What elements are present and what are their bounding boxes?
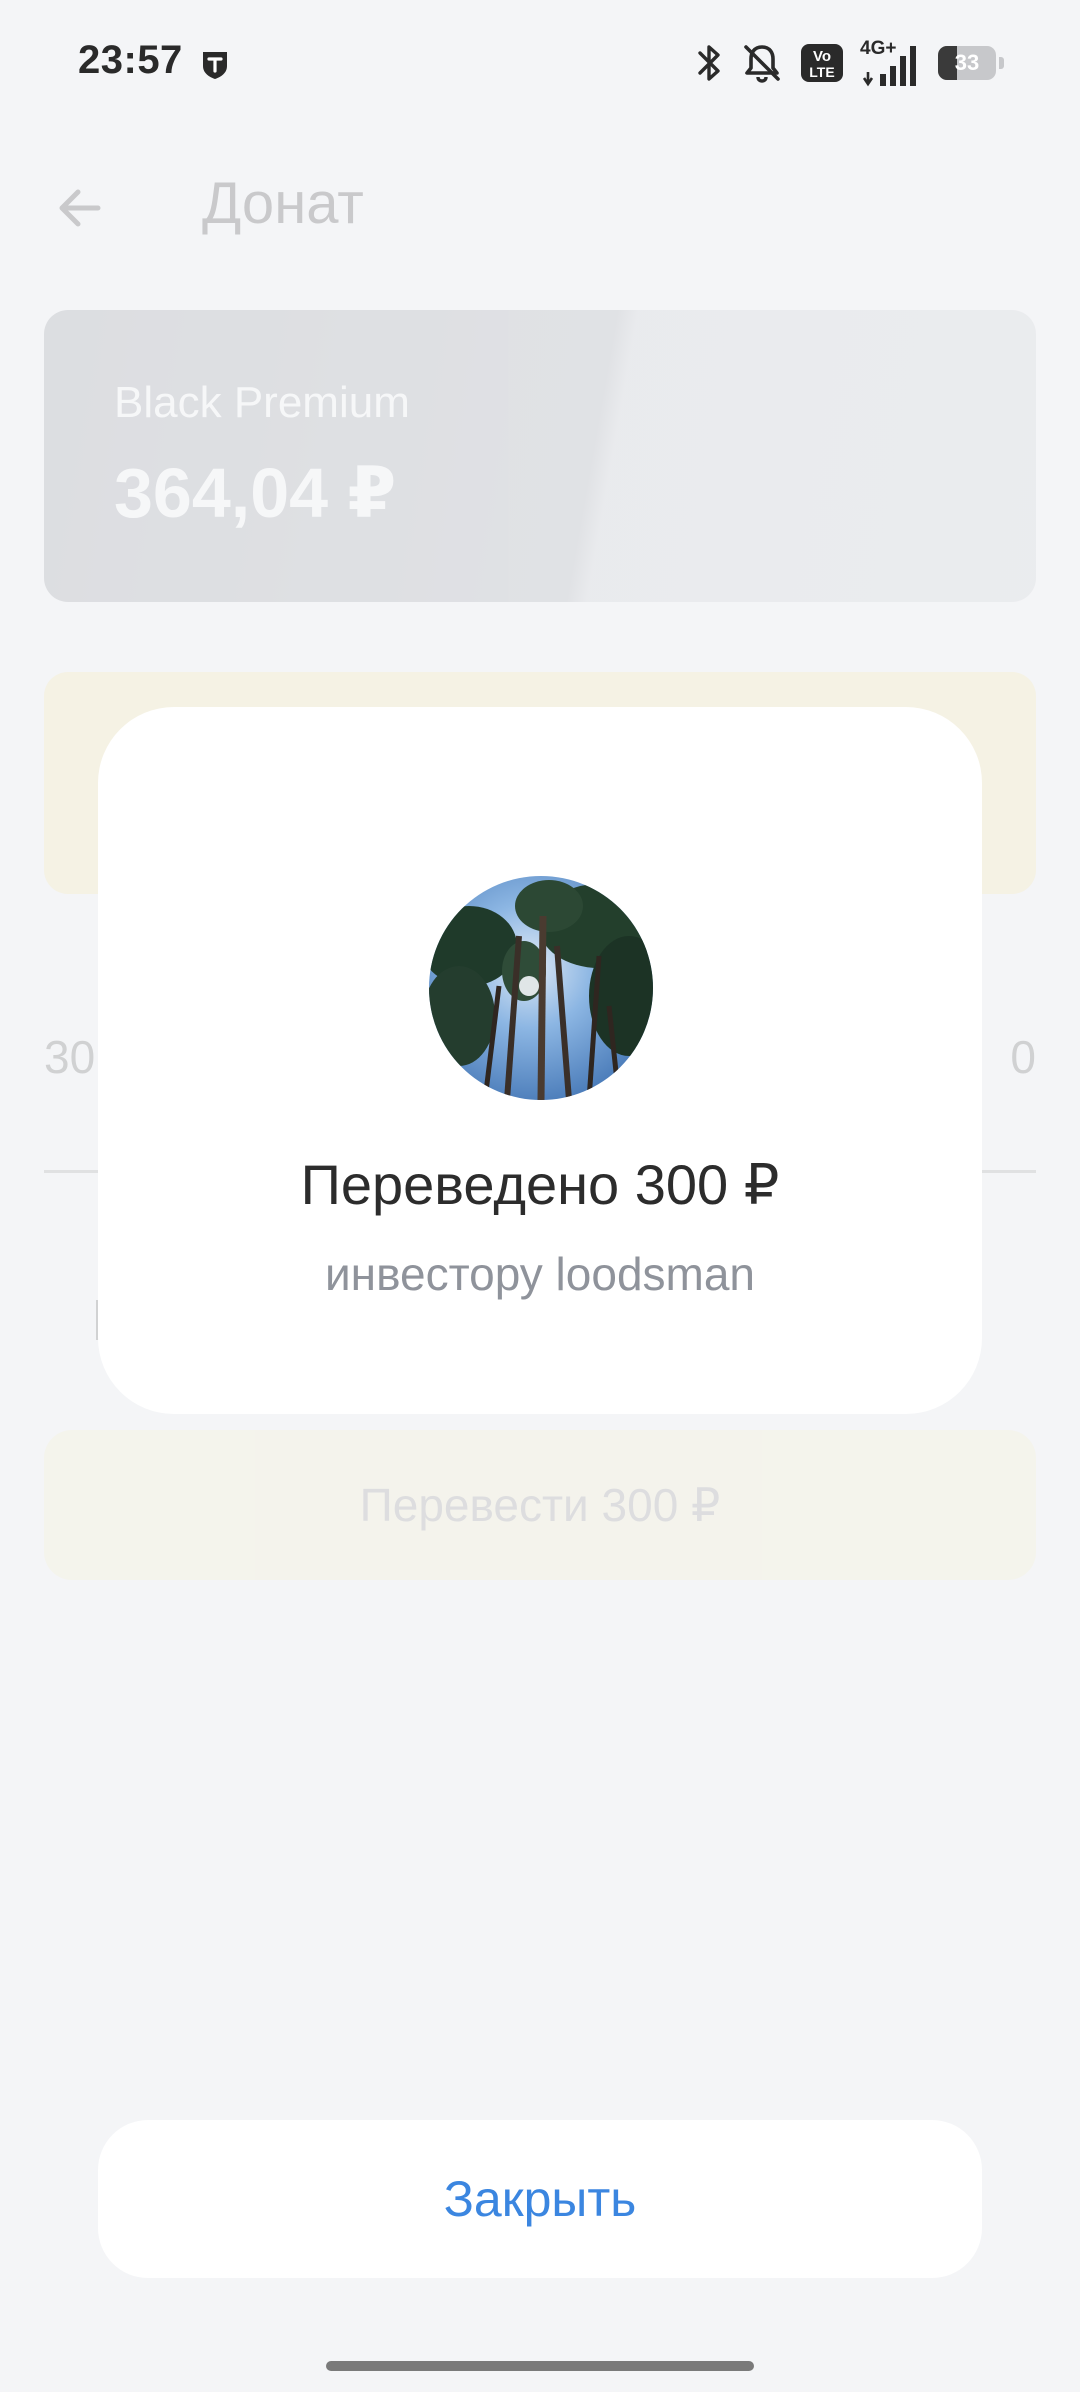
close-button-label: Закрыть xyxy=(443,2171,637,2227)
home-indicator[interactable] xyxy=(326,2361,754,2371)
app-header: Донат xyxy=(0,140,1080,280)
transfer-button-label: Перевести 300 ₽ xyxy=(359,1479,721,1531)
volte-icon: Vo LTE xyxy=(801,44,843,82)
battery-level: 33 xyxy=(954,50,980,75)
transfer-button: Перевести 300 ₽ xyxy=(44,1430,1036,1580)
battery-icon: 33 xyxy=(938,46,1004,80)
svg-text:LTE: LTE xyxy=(809,64,834,80)
pine-trees-photo-icon xyxy=(429,876,653,1100)
amount-right-value: 0 xyxy=(1010,1031,1036,1083)
back-arrow-icon xyxy=(59,189,101,227)
svg-text:Vo: Vo xyxy=(813,48,831,65)
signal-indicator: 4G+ xyxy=(860,38,922,88)
status-bar: 23:57 Vo LTE 4G+ 33 xyxy=(0,0,1080,130)
tinkoff-shield-icon xyxy=(203,52,227,79)
account-card-balance: 364,04 ₽ xyxy=(114,454,397,532)
muted-bell-icon xyxy=(744,45,780,83)
account-card-name: Black Premium xyxy=(114,378,410,427)
status-time: 23:57 xyxy=(78,38,183,82)
transfer-success-dialog: Переведено 300 ₽ инвестору loodsman xyxy=(98,707,982,1414)
dialog-subtitle: инвестору loodsman xyxy=(324,1248,756,1300)
page-title: Донат xyxy=(202,171,364,236)
close-button[interactable]: Закрыть xyxy=(98,2120,982,2278)
status-icons: Vo LTE 4G+ 33 xyxy=(694,38,1004,88)
recipient-avatar xyxy=(429,876,653,1100)
dialog-title: Переведено 300 ₽ xyxy=(300,1153,780,1216)
account-card: Black Premium 364,04 ₽ xyxy=(44,310,1036,602)
amount-left-value: 30 xyxy=(44,1031,96,1083)
bluetooth-icon xyxy=(698,45,720,81)
signal-icon xyxy=(862,46,916,87)
